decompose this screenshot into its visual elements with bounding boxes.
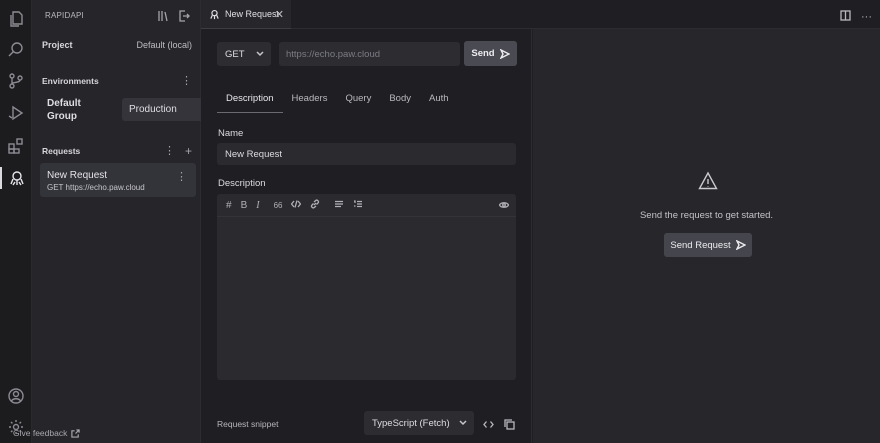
environments-row: Environments ⋮	[42, 76, 192, 87]
run-debug-icon[interactable]	[5, 102, 27, 124]
requests-row: Requests ⋮ +	[42, 145, 192, 157]
tab-body[interactable]: Body	[380, 91, 420, 113]
send-request-label: Send Request	[670, 239, 731, 251]
tab-new-request[interactable]: New Request ✕	[201, 0, 291, 29]
method-select[interactable]: GET	[217, 42, 271, 66]
link-icon[interactable]	[310, 199, 320, 212]
response-panel: Send the request to get started. Send Re…	[533, 29, 880, 443]
split-editor-icon[interactable]	[840, 8, 851, 26]
rapidapi-tab-icon	[210, 9, 219, 19]
request-more-icon[interactable]: ⋮	[176, 172, 187, 183]
preview-eye-icon[interactable]	[498, 200, 510, 213]
copy-icon[interactable]	[504, 417, 515, 435]
account-icon[interactable]	[5, 385, 27, 407]
search-icon[interactable]	[5, 39, 27, 61]
project-value[interactable]: Default (local)	[136, 40, 192, 50]
heading-icon[interactable]: #	[226, 200, 232, 211]
send-label: Send	[471, 48, 495, 59]
source-control-icon[interactable]	[5, 70, 27, 92]
request-editor: GET https://echo.paw.cloud Send Descript…	[201, 29, 532, 443]
snippet-label: Request snippet	[217, 419, 279, 429]
send-button[interactable]: Send	[464, 41, 517, 66]
method-value: GET	[225, 49, 245, 60]
name-input[interactable]: New Request	[217, 143, 516, 165]
chevron-down-icon	[458, 417, 468, 430]
tab-auth[interactable]: Auth	[420, 91, 458, 113]
tab-headers[interactable]: Headers	[283, 91, 337, 113]
requests-label: Requests	[42, 146, 81, 156]
response-message: Send the request to get started.	[639, 210, 774, 221]
send-icon	[735, 240, 746, 250]
chevron-down-icon	[255, 48, 265, 61]
request-name: New Request	[47, 170, 108, 181]
snippet-language-select[interactable]: TypeScript (Fetch)	[364, 411, 474, 435]
numbered-list-icon[interactable]	[353, 199, 363, 212]
files-icon[interactable]	[5, 8, 27, 30]
extensions-icon[interactable]	[5, 135, 27, 157]
tab-bar: New Request ✕ ···	[201, 0, 880, 29]
environments-label: Environments	[42, 76, 99, 86]
bullet-list-icon[interactable]	[334, 199, 344, 212]
description-label: Description	[218, 178, 266, 189]
give-feedback-link[interactable]: Give feedback	[13, 428, 81, 438]
send-request-button[interactable]: Send Request	[664, 233, 752, 257]
close-icon[interactable]: ✕	[275, 8, 284, 21]
code-icon[interactable]	[291, 199, 302, 212]
requests-more-icon[interactable]: ⋮	[164, 146, 175, 157]
sidebar: RAPIDAPI Project Default (local) Environ…	[32, 0, 220, 443]
name-label: Name	[218, 128, 244, 139]
request-url: GET https://echo.paw.cloud	[47, 183, 145, 192]
rapidapi-icon[interactable]	[0, 167, 32, 189]
project-label: Project	[42, 40, 73, 50]
warning-icon	[698, 171, 718, 196]
add-request-icon[interactable]: +	[185, 145, 192, 157]
description-editor[interactable]: # B I 66	[217, 194, 516, 380]
tab-description[interactable]: Description	[217, 91, 283, 113]
code-view-icon[interactable]	[483, 417, 494, 435]
environment-value: Production	[129, 104, 177, 115]
url-input[interactable]: https://echo.paw.cloud	[279, 42, 460, 66]
environments-more-icon[interactable]: ⋮	[181, 76, 192, 87]
feedback-label: Give feedback	[13, 428, 68, 438]
env-group-label: Default Group	[47, 98, 81, 122]
bold-icon[interactable]: B	[241, 200, 248, 211]
external-link-icon	[71, 428, 81, 438]
activity-bar	[0, 0, 32, 443]
request-list-item[interactable]: New Request GET https://echo.paw.cloud ⋮	[40, 163, 196, 197]
formatting-toolbar: # B I 66	[217, 194, 516, 217]
quote-icon[interactable]: 66	[274, 201, 283, 210]
project-row[interactable]: Project Default (local)	[42, 40, 192, 50]
library-icon[interactable]	[157, 9, 169, 27]
request-tabs: Description Headers Query Body Auth	[217, 91, 458, 113]
sidebar-header: RAPIDAPI	[45, 11, 84, 20]
snippet-value: TypeScript (Fetch)	[372, 418, 450, 429]
export-icon[interactable]	[178, 9, 190, 27]
tab-query[interactable]: Query	[336, 91, 380, 113]
send-icon	[499, 48, 510, 59]
more-actions-icon[interactable]: ···	[861, 12, 872, 23]
italic-icon[interactable]: I	[256, 200, 259, 211]
tab-title: New Request	[225, 9, 280, 19]
